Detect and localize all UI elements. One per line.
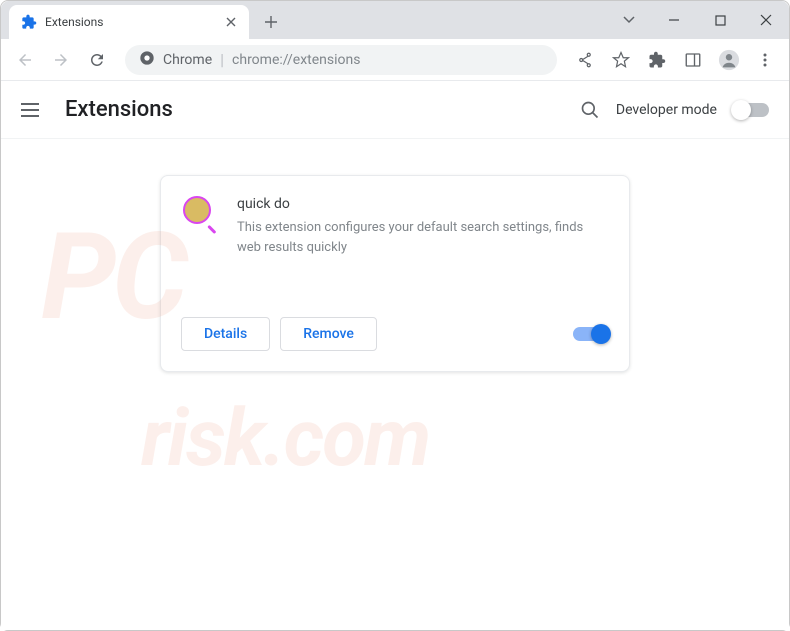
minimize-button[interactable]: [651, 4, 697, 36]
extensions-header: Extensions Developer mode: [1, 81, 789, 139]
page-title: Extensions: [65, 97, 580, 122]
chevron-down-icon[interactable]: [613, 4, 645, 36]
extension-card: quick do This extension configures your …: [160, 175, 630, 372]
extension-name: quick do: [237, 196, 609, 212]
url-text: chrome://extensions: [232, 52, 360, 68]
forward-button[interactable]: [45, 44, 77, 76]
developer-mode-label: Developer mode: [616, 102, 717, 118]
close-window-button[interactable]: [743, 4, 789, 36]
page-content: PC risk.com Extensions Developer mode: [1, 81, 789, 630]
url-divider: |: [220, 50, 224, 69]
remove-button[interactable]: Remove: [280, 317, 377, 351]
reload-button[interactable]: [81, 44, 113, 76]
side-panel-icon[interactable]: [677, 44, 709, 76]
active-tab[interactable]: Extensions: [9, 5, 249, 39]
profile-avatar-icon[interactable]: [713, 44, 745, 76]
extensions-list: quick do This extension configures your …: [1, 139, 789, 408]
extension-puzzle-icon: [21, 14, 37, 30]
back-button[interactable]: [9, 44, 41, 76]
titlebar: Extensions: [1, 1, 789, 39]
bookmark-star-icon[interactable]: [605, 44, 637, 76]
toolbar: Chrome | chrome://extensions: [1, 39, 789, 81]
new-tab-button[interactable]: [257, 8, 285, 36]
extension-app-icon: [181, 196, 217, 232]
developer-mode-toggle[interactable]: [733, 103, 769, 117]
browser-window: Extensions: [0, 0, 790, 631]
kebab-menu-icon[interactable]: [749, 44, 781, 76]
hamburger-menu-icon[interactable]: [21, 98, 45, 122]
search-icon[interactable]: [580, 100, 600, 120]
tab-title: Extensions: [45, 15, 223, 29]
address-bar[interactable]: Chrome | chrome://extensions: [125, 45, 557, 75]
share-icon[interactable]: [569, 44, 601, 76]
window-controls: [613, 1, 789, 39]
extensions-puzzle-icon[interactable]: [641, 44, 673, 76]
extension-description: This extension configures your default s…: [237, 218, 609, 257]
details-button[interactable]: Details: [181, 317, 270, 351]
close-tab-icon[interactable]: [223, 14, 239, 30]
maximize-button[interactable]: [697, 4, 743, 36]
chrome-logo-icon: [139, 50, 155, 70]
extension-enable-toggle[interactable]: [573, 327, 609, 341]
url-scheme-label: Chrome: [163, 52, 212, 68]
